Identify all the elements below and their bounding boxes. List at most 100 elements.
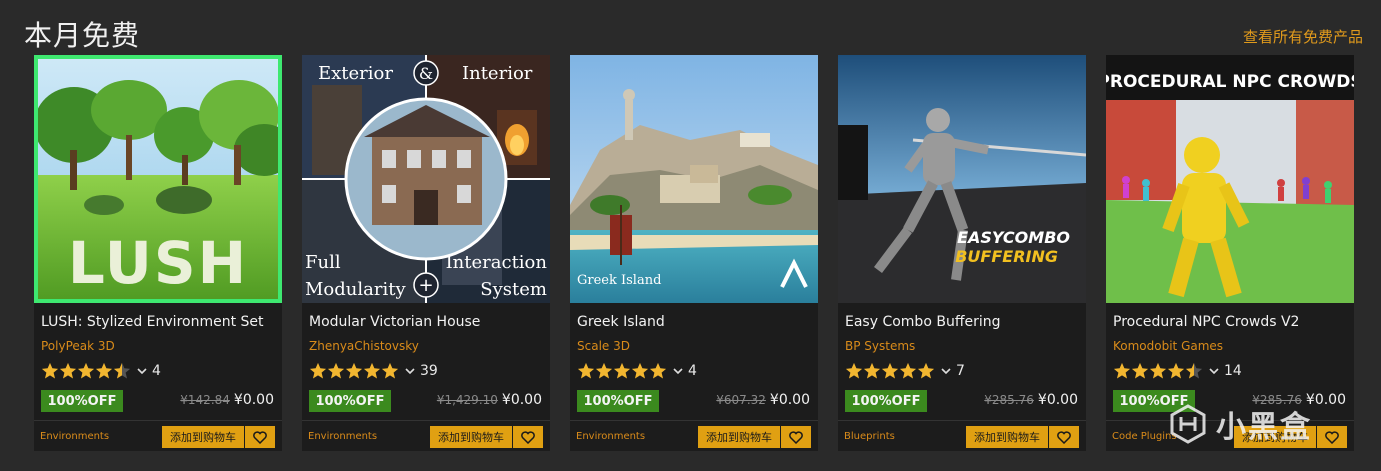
star-icon <box>1131 362 1149 379</box>
discount-badge: 100%OFF <box>577 390 659 412</box>
star-icon <box>59 362 77 379</box>
star-icon <box>1149 362 1167 379</box>
product-title[interactable]: Easy Combo Buffering <box>845 314 1000 330</box>
rating[interactable]: 39 <box>309 361 438 381</box>
current-price: ¥0.00 <box>769 392 810 408</box>
star-icon <box>845 362 863 379</box>
wishlist-button[interactable] <box>781 426 811 448</box>
star-rating <box>41 362 131 380</box>
wishlist-button[interactable] <box>245 426 275 448</box>
heart-icon <box>521 430 535 444</box>
product-thumbnail[interactable]: & + Exterior Interior Full Modularity In… <box>302 55 550 303</box>
star-rating <box>577 362 667 380</box>
price-block: ¥607.32 ¥0.00 <box>716 392 810 408</box>
modularity-label: Modularity <box>305 279 406 300</box>
product-thumbnail[interactable]: Greek Island <box>570 55 818 303</box>
original-price: ¥607.32 <box>716 393 766 407</box>
category-link[interactable]: Environments <box>308 431 377 442</box>
seller-link[interactable]: PolyPeak 3D <box>41 339 115 353</box>
buffering-logo: BUFFERING <box>955 247 1058 266</box>
product-title[interactable]: Procedural NPC Crowds V2 <box>1113 314 1299 330</box>
star-rating <box>1113 362 1203 380</box>
star-icon <box>899 362 917 379</box>
chevron-down-icon[interactable] <box>136 365 148 377</box>
add-to-cart-button[interactable]: 添加到购物车 <box>162 426 244 448</box>
product-thumbnail[interactable]: LUSH <box>34 55 282 303</box>
star-icon <box>649 362 667 379</box>
interior-label: Interior <box>462 63 533 84</box>
star-icon <box>595 362 613 379</box>
chevron-down-icon[interactable] <box>1208 365 1220 377</box>
discount-badge: 100%OFF <box>845 390 927 412</box>
chevron-down-icon[interactable] <box>404 365 416 377</box>
product-title[interactable]: Modular Victorian House <box>309 314 480 330</box>
star-icon <box>863 362 881 379</box>
category-link[interactable]: Environments <box>40 431 109 442</box>
card-footer: Environments 添加到购物车 <box>302 420 550 451</box>
chevron-down-icon[interactable] <box>672 365 684 377</box>
add-to-cart-button[interactable]: 添加到购物车 <box>430 426 512 448</box>
category-link[interactable]: Code Plugins <box>1112 431 1177 442</box>
price-block: ¥285.76 ¥0.00 <box>984 392 1078 408</box>
product-card: PROCEDURAL NPC CROWDS Procedural NPC Cro… <box>1106 55 1354 451</box>
wishlist-button[interactable] <box>513 426 543 448</box>
wishlist-button[interactable] <box>1049 426 1079 448</box>
greek-island-watermark: Greek Island <box>577 273 661 288</box>
rating[interactable]: 7 <box>845 361 965 381</box>
star-icon <box>363 362 381 379</box>
current-price: ¥0.00 <box>1037 392 1078 408</box>
star-icon <box>577 362 595 379</box>
add-to-cart-button[interactable]: 添加到购物车 <box>966 426 1048 448</box>
add-to-cart-button[interactable]: 添加到购物车 <box>698 426 780 448</box>
rating[interactable]: 14 <box>1113 361 1242 381</box>
product-thumbnail[interactable]: EASYCOMBO BUFFERING <box>838 55 1086 303</box>
star-icon <box>77 362 95 379</box>
product-card: & + Exterior Interior Full Modularity In… <box>302 55 550 451</box>
seller-link[interactable]: ZhenyaChistovsky <box>309 339 419 353</box>
product-thumbnail[interactable]: PROCEDURAL NPC CROWDS <box>1106 55 1354 303</box>
interaction-label: Interaction <box>446 252 548 273</box>
rating-count: 4 <box>152 363 161 379</box>
star-icon <box>41 362 59 379</box>
card-footer: Blueprints 添加到购物车 <box>838 420 1086 451</box>
heart-icon <box>253 430 267 444</box>
system-label: System <box>480 279 547 300</box>
price-block: ¥1,429.10 ¥0.00 <box>437 392 542 408</box>
ampersand-label: & <box>419 64 433 83</box>
original-price: ¥1,429.10 <box>436 393 498 407</box>
chevron-down-icon[interactable] <box>940 365 952 377</box>
rating[interactable]: 4 <box>577 361 697 381</box>
current-price: ¥0.00 <box>501 392 542 408</box>
heart-icon <box>1057 430 1071 444</box>
product-title[interactable]: Greek Island <box>577 314 665 330</box>
full-label: Full <box>305 252 341 273</box>
category-link[interactable]: Environments <box>576 431 645 442</box>
original-price: ¥142.84 <box>180 393 230 407</box>
star-icon <box>327 362 345 379</box>
seller-link[interactable]: Komodobit Games <box>1113 339 1223 353</box>
half-star-icon <box>113 362 131 379</box>
seller-link[interactable]: Scale 3D <box>577 339 630 353</box>
star-icon <box>631 362 649 379</box>
watermark-text: 小黑盒 <box>1216 410 1312 445</box>
card-footer: Environments 添加到购物车 <box>34 420 282 451</box>
view-all-free-link[interactable]: 查看所有免费产品 <box>1243 26 1363 47</box>
procedural-npc-logo: PROCEDURAL NPC CROWDS <box>1106 72 1354 92</box>
star-icon <box>881 362 899 379</box>
rating[interactable]: 4 <box>41 361 161 381</box>
product-title[interactable]: LUSH: Stylized Environment Set <box>41 314 264 330</box>
rating-count: 14 <box>1224 363 1242 379</box>
product-card: Greek Island Greek Island Scale 3D 4 100… <box>570 55 818 451</box>
rating-count: 39 <box>420 363 438 379</box>
star-icon <box>309 362 327 379</box>
star-icon <box>1167 362 1185 379</box>
rating-count: 4 <box>688 363 697 379</box>
star-rating <box>309 362 399 380</box>
plus-label: + <box>418 275 433 296</box>
heart-icon <box>789 430 803 444</box>
seller-link[interactable]: BP Systems <box>845 339 915 353</box>
category-link[interactable]: Blueprints <box>844 431 895 442</box>
original-price: ¥285.76 <box>984 393 1034 407</box>
section-title: 本月免费 <box>24 19 141 52</box>
wishlist-button[interactable] <box>1317 426 1347 448</box>
